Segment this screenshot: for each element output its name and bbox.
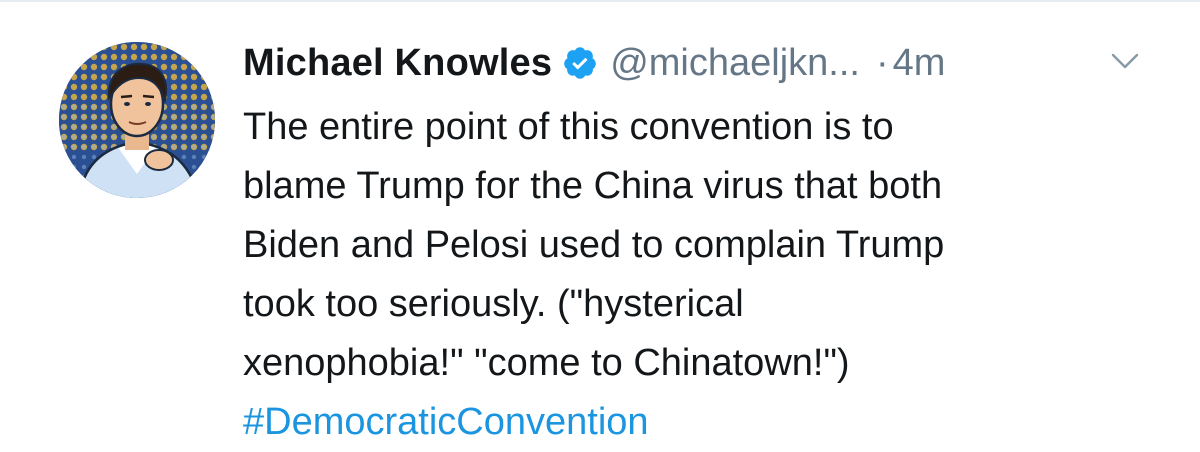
- tweet-text-line: xenophobia!" "come to Chinatown!"): [243, 342, 850, 384]
- tweet-text-line: took too seriously. ("hysterical: [243, 283, 744, 325]
- avatar[interactable]: [59, 42, 215, 198]
- timestamp[interactable]: 4m: [893, 42, 946, 85]
- verified-badge-icon: [562, 45, 598, 81]
- tweet[interactable]: Michael Knowles @michaeljkn... · 4m The …: [0, 0, 1200, 452]
- tweet-text-line: blame Trump for the China virus that bot…: [243, 165, 943, 207]
- chevron-down-icon[interactable]: [1110, 50, 1140, 72]
- tweet-text-line: The entire point of this convention is t…: [243, 106, 894, 148]
- tweet-text-line: Biden and Pelosi used to complain Trump: [243, 224, 945, 266]
- separator-dot: ·: [875, 41, 889, 84]
- tweet-header: Michael Knowles @michaeljkn... · 4m: [243, 38, 945, 88]
- hashtag-link[interactable]: #DemocraticConvention: [243, 393, 1163, 452]
- author-handle[interactable]: @michaeljkn...: [610, 42, 860, 85]
- tweet-text: The entire point of this convention is t…: [243, 98, 1163, 452]
- author-display-name[interactable]: Michael Knowles: [243, 42, 552, 85]
